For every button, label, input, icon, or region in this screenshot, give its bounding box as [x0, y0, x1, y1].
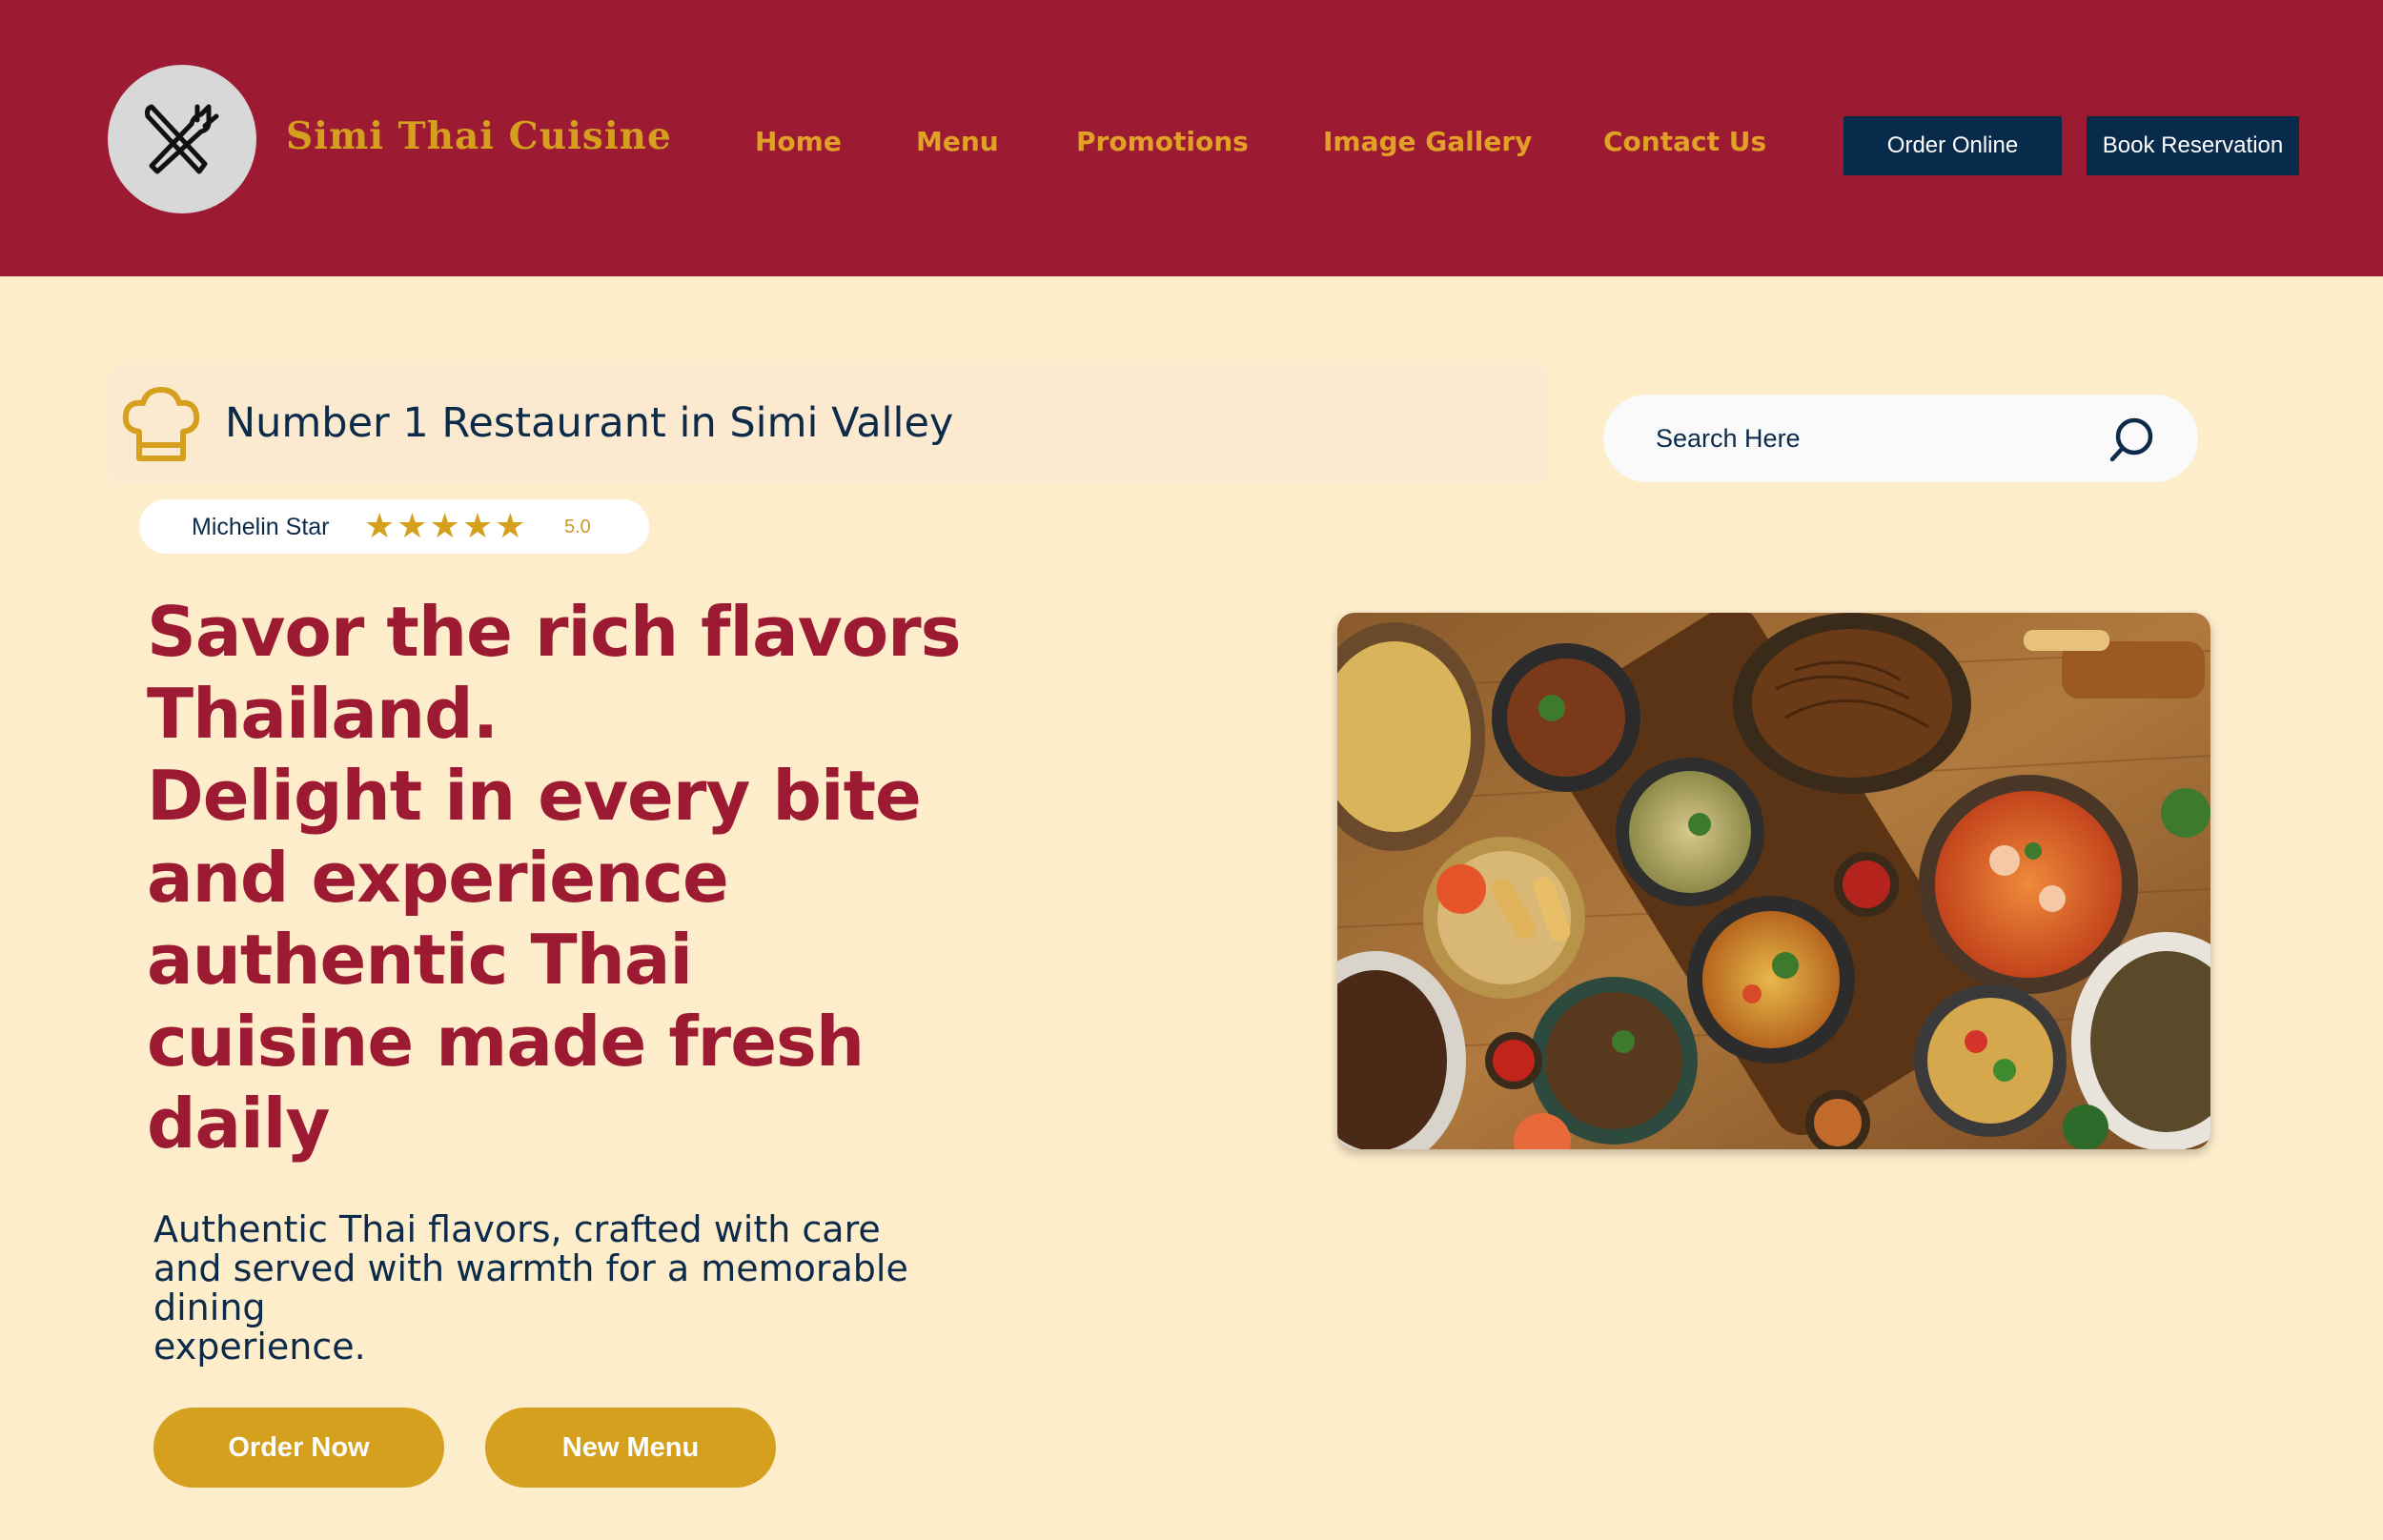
- search-input[interactable]: [1656, 417, 2075, 459]
- food-spread-image: [1337, 613, 2210, 1149]
- hero-headline: Savor the rich flavors Thailand. Delight…: [147, 591, 1005, 1165]
- book-reservation-button[interactable]: Book Reservation: [2087, 116, 2299, 175]
- subtext-line: experience.: [153, 1326, 366, 1368]
- search-icon[interactable]: [2106, 414, 2159, 467]
- headline-line: authentic Thai: [147, 920, 693, 1000]
- headline-line: Savor the rich flavors: [147, 592, 962, 672]
- brand-name[interactable]: Simi Thai Cuisine: [286, 114, 672, 158]
- hero-subtext: Authentic Thai flavors, crafted with car…: [153, 1210, 916, 1367]
- headline-line: Thailand.: [147, 674, 499, 754]
- subtext-line: dining: [153, 1287, 266, 1328]
- badge-text: Number 1 Restaurant in Simi Valley: [225, 399, 954, 447]
- chef-hat-icon: [122, 387, 200, 461]
- food-illustration: [1337, 613, 2210, 1149]
- order-online-button[interactable]: Order Online: [1843, 116, 2062, 175]
- headline-line: Delight in every bite: [147, 756, 922, 836]
- order-now-button[interactable]: Order Now: [153, 1408, 444, 1488]
- nav-menu[interactable]: Menu: [916, 126, 999, 157]
- new-menu-button[interactable]: New Menu: [485, 1408, 776, 1488]
- headline-line: cuisine made fresh: [147, 1002, 865, 1082]
- rating-value: 5.0: [564, 517, 591, 537]
- headline-line: and experience: [147, 838, 729, 918]
- site-header: Simi Thai Cuisine Home Menu Promotions I…: [0, 0, 2383, 276]
- nav-contact-us[interactable]: Contact Us: [1603, 126, 1766, 157]
- nav-home[interactable]: Home: [755, 126, 842, 157]
- search-bar: [1603, 395, 2198, 482]
- headline-line: daily: [147, 1084, 330, 1164]
- nav-image-gallery[interactable]: Image Gallery: [1323, 126, 1532, 157]
- rating-label: Michelin Star: [192, 514, 330, 540]
- logo[interactable]: [108, 65, 256, 213]
- subtext-line: and served with warmth for a memorable: [153, 1247, 908, 1289]
- fork-knife-icon: [145, 104, 219, 174]
- nav-promotions[interactable]: Promotions: [1076, 126, 1249, 157]
- star-rating: ★★★★★: [364, 507, 528, 546]
- subtext-line: Authentic Thai flavors, crafted with car…: [153, 1208, 881, 1250]
- rating-badge: Michelin Star ★★★★★ 5.0: [139, 499, 649, 554]
